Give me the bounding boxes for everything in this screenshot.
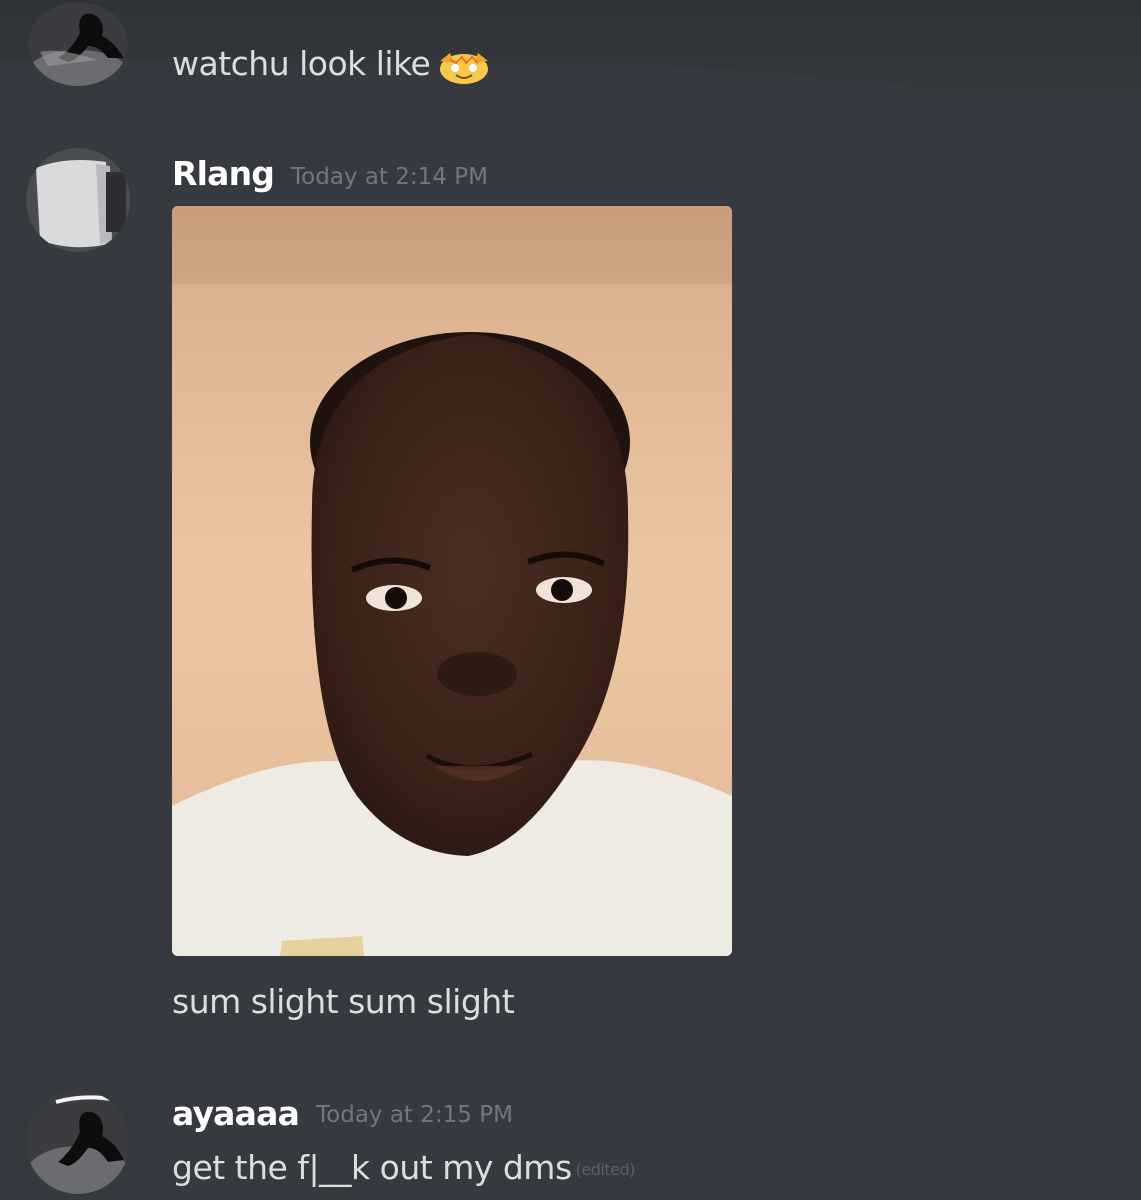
selfie-photo: [172, 206, 732, 956]
message-content: watchu look like: [172, 44, 431, 83]
avatar-image-white-object: [26, 148, 130, 252]
username-ayaaaa[interactable]: ayaaaa: [172, 1094, 300, 1133]
star-struck-face-emoji-icon: [436, 47, 492, 85]
avatar-image-dark-figure: [28, 2, 128, 86]
message-text: get the f|__k out my dms (edited): [172, 1148, 635, 1187]
message-timestamp: Today at 2:15 PM: [316, 1102, 513, 1128]
message-timestamp: Today at 2:14 PM: [291, 164, 488, 190]
image-attachment[interactable]: [172, 206, 732, 956]
message-text: watchu look like: [172, 44, 492, 85]
message-content: get the f|__k out my dms: [172, 1148, 572, 1187]
chat-window: watchu look like Rlang Today at 2:14 PM: [0, 0, 1141, 1200]
user-avatar-rlang[interactable]: [26, 148, 130, 252]
username-rlang[interactable]: Rlang: [172, 154, 275, 193]
user-avatar[interactable]: [28, 2, 128, 86]
avatar-image-dark-figure: [26, 1090, 130, 1194]
user-avatar-ayaaaa[interactable]: [26, 1090, 130, 1194]
edited-label: (edited): [575, 1160, 636, 1179]
message-caption: sum slight sum slight: [172, 982, 515, 1021]
